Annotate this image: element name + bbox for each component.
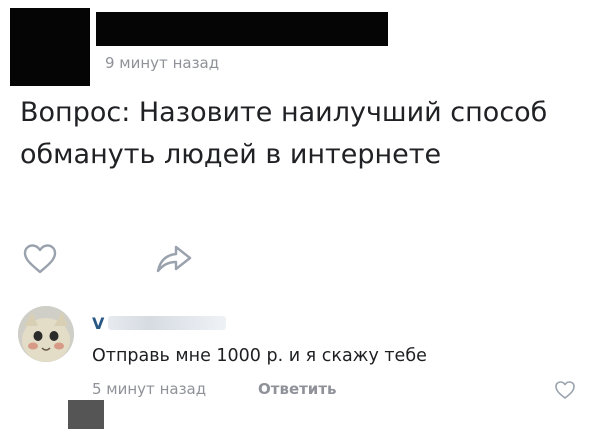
redaction-box: [68, 400, 104, 429]
post-text: Вопрос: Назовите наилучший способ обману…: [20, 97, 548, 170]
commenter-name-blurred: [108, 316, 226, 330]
reply-button[interactable]: Ответить: [258, 380, 337, 398]
heart-outline-icon: [23, 244, 57, 274]
comment-text: Отправь мне 1000 р. и я скажу тебе: [92, 346, 427, 366]
post-time: 9 минут назад: [105, 54, 220, 72]
comment-like-button[interactable]: [554, 380, 576, 400]
comment-time: 5 минут назад: [92, 380, 207, 398]
commenter-name[interactable]: V: [92, 314, 104, 333]
post-author-name-redacted[interactable]: [96, 12, 388, 46]
heart-outline-icon: [555, 381, 575, 399]
commenter-avatar[interactable]: [18, 306, 74, 362]
like-button[interactable]: [22, 243, 58, 275]
post-author-avatar-redacted[interactable]: [10, 8, 90, 86]
share-button[interactable]: [155, 241, 193, 275]
commenter-avatar-image: [18, 306, 74, 362]
share-arrow-icon: [156, 245, 192, 273]
